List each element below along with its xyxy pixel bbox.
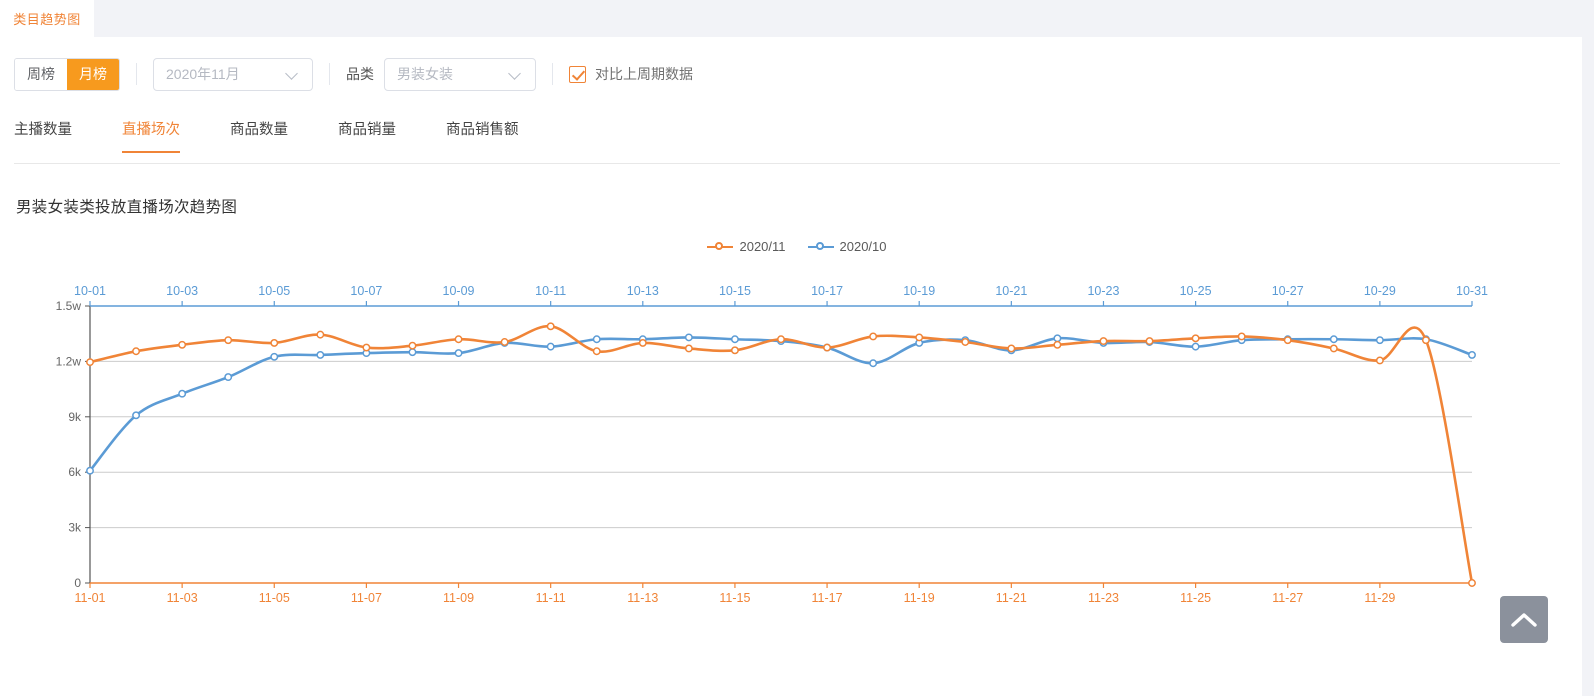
y-axis-tick-label: 9k bbox=[68, 410, 82, 424]
x-axis-top-tick-label: 10-21 bbox=[995, 284, 1027, 298]
scroll-to-top-button[interactable] bbox=[1500, 596, 1548, 643]
chart-series-previous bbox=[87, 334, 1475, 474]
legend-item-current[interactable]: 2020/11 bbox=[707, 239, 785, 254]
x-axis-top-tick-label: 10-03 bbox=[166, 284, 198, 298]
tab-category-trend[interactable]: 类目趋势图 bbox=[0, 0, 94, 37]
chevron-up-icon bbox=[1511, 612, 1537, 628]
y-axis-tick-label: 1.5w bbox=[56, 299, 82, 313]
divider-2 bbox=[329, 63, 330, 85]
x-axis-top-tick-label: 10-25 bbox=[1180, 284, 1212, 298]
x-axis-bottom-tick-label: 11-19 bbox=[904, 591, 935, 605]
x-axis-bottom-tick-label: 11-15 bbox=[719, 591, 750, 605]
x-axis-top-tick-label: 10-15 bbox=[719, 284, 751, 298]
tab-product-count[interactable]: 商品数量 bbox=[230, 118, 288, 152]
period-toggle-month[interactable]: 月榜 bbox=[67, 59, 119, 90]
x-axis-bottom-tick-label: 11-21 bbox=[996, 591, 1027, 605]
x-axis-top-tick-label: 10-07 bbox=[350, 284, 382, 298]
tab-category-trend-label: 类目趋势图 bbox=[13, 9, 81, 28]
x-axis-top-tick-label: 10-05 bbox=[258, 284, 290, 298]
tab-product-sales-amount[interactable]: 商品销售额 bbox=[446, 118, 519, 152]
chart-legend: 2020/11 2020/10 bbox=[0, 239, 1594, 254]
x-axis-top-tick-label: 10-27 bbox=[1272, 284, 1304, 298]
compare-checkbox[interactable]: 对比上周期数据 bbox=[569, 64, 693, 84]
compare-checkbox-label: 对比上周期数据 bbox=[595, 64, 693, 84]
right-rail bbox=[1582, 37, 1594, 696]
x-axis-bottom-tick-label: 11-05 bbox=[259, 591, 290, 605]
x-axis-top-tick-label: 10-11 bbox=[535, 284, 566, 298]
x-axis-top-tick-label: 10-01 bbox=[74, 284, 106, 298]
x-axis-bottom-tick-label: 11-17 bbox=[812, 591, 843, 605]
category-select-value: 男装女装 bbox=[397, 64, 491, 84]
month-select-value: 2020年11月 bbox=[166, 64, 268, 84]
x-axis-top-tick-label: 10-23 bbox=[1087, 284, 1119, 298]
legend-label-current: 2020/11 bbox=[739, 239, 785, 254]
x-axis-bottom-tick-label: 11-13 bbox=[627, 591, 658, 605]
y-axis-tick-label: 6k bbox=[68, 465, 82, 479]
filter-bar: 周榜 月榜 2020年11月 品类 男装女装 对比上周期数据 bbox=[0, 37, 1594, 111]
divider-1 bbox=[136, 63, 137, 85]
chevron-down-icon bbox=[509, 67, 523, 81]
tab-product-sales-volume[interactable]: 商品销量 bbox=[338, 118, 396, 152]
metric-tab-bar: 主播数量 直播场次 商品数量 商品销量 商品销售额 bbox=[0, 118, 1594, 164]
legend-marker-icon bbox=[808, 241, 834, 253]
x-axis-bottom-tick-label: 11-11 bbox=[536, 591, 566, 605]
x-axis-bottom-tick-label: 11-27 bbox=[1272, 591, 1303, 605]
category-select[interactable]: 男装女装 bbox=[384, 58, 536, 91]
legend-label-previous: 2020/10 bbox=[840, 239, 887, 254]
trend-chart: 0 3k 6k 9k 1.2w 1.5w10-01 11-01 10-03 11-03 10-05… bbox=[0, 278, 1594, 608]
month-select[interactable]: 2020年11月 bbox=[153, 58, 313, 91]
tab-live-sessions[interactable]: 直播场次 bbox=[122, 118, 180, 152]
y-axis-tick-label: 1.2w bbox=[56, 354, 82, 368]
legend-item-previous[interactable]: 2020/10 bbox=[808, 239, 887, 254]
check-icon bbox=[569, 66, 586, 83]
chart-title: 男装女装类投放直播场次趋势图 bbox=[16, 195, 237, 217]
period-toggle-group[interactable]: 周榜 月榜 bbox=[14, 58, 120, 91]
x-axis-bottom-tick-label: 11-07 bbox=[351, 591, 382, 605]
x-axis-bottom-tick-label: 11-01 bbox=[74, 591, 105, 605]
x-axis-bottom-tick-label: 11-29 bbox=[1364, 591, 1395, 605]
tab-anchor-count[interactable]: 主播数量 bbox=[14, 118, 72, 152]
x-axis-bottom-tick-label: 11-23 bbox=[1088, 591, 1119, 605]
x-axis-top-tick-label: 10-17 bbox=[811, 284, 843, 298]
y-axis-tick-label: 3k bbox=[68, 521, 82, 535]
chart-series-current bbox=[87, 323, 1475, 586]
x-axis-bottom-tick-label: 11-25 bbox=[1180, 591, 1211, 605]
chart-canvas: 0 3k 6k 9k 1.2w 1.5w10-01 11-01 10-03 11-03 10-05… bbox=[0, 278, 1594, 608]
x-axis-top-tick-label: 10-13 bbox=[627, 284, 659, 298]
divider-3 bbox=[552, 63, 553, 85]
x-axis-top-tick-label: 10-09 bbox=[443, 284, 475, 298]
category-label: 品类 bbox=[346, 64, 374, 84]
period-toggle-week[interactable]: 周榜 bbox=[15, 59, 67, 90]
page-root: 类目趋势图 周榜 月榜 2020年11月 品类 男装女装 对比上周期数据 主播数… bbox=[0, 0, 1594, 696]
x-axis-bottom-tick-label: 11-09 bbox=[443, 591, 474, 605]
chevron-down-icon bbox=[286, 67, 300, 81]
y-axis-tick-label: 0 bbox=[74, 576, 81, 590]
x-axis-top-tick-label: 10-19 bbox=[903, 284, 935, 298]
top-tab-strip: 类目趋势图 bbox=[0, 0, 1594, 37]
x-axis-top-tick-label: 10-31 bbox=[1456, 284, 1488, 298]
legend-marker-icon bbox=[707, 241, 733, 253]
x-axis-bottom-tick-label: 11-03 bbox=[167, 591, 198, 605]
x-axis-top-tick-label: 10-29 bbox=[1364, 284, 1396, 298]
